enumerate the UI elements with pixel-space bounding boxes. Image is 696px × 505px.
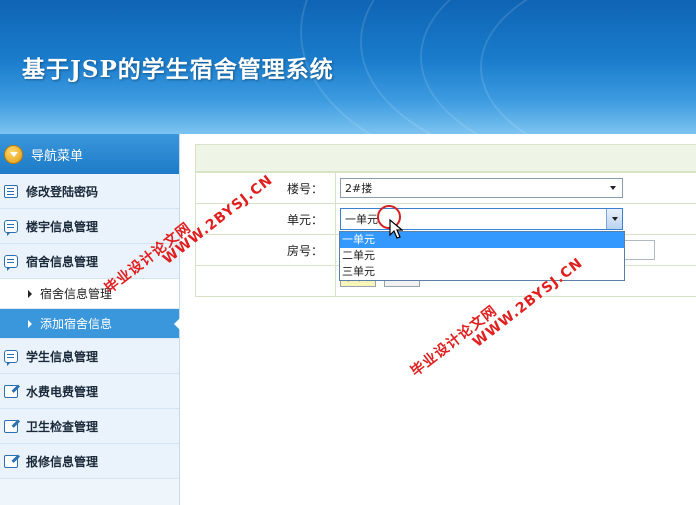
app-title: 基于JSP的学生宿舍管理系统 xyxy=(22,56,334,83)
dropdown-option[interactable]: 一单元 xyxy=(340,232,624,248)
nav-menu-header[interactable]: 导航菜单 xyxy=(0,134,179,174)
edit-icon xyxy=(4,454,18,468)
caret-right-icon xyxy=(28,319,32,328)
sidebar-item-student-manage[interactable]: 学生信息管理 xyxy=(0,339,179,374)
sidebar-item-building-manage[interactable]: 楼宇信息管理 xyxy=(0,209,179,244)
message-icon xyxy=(4,254,18,271)
nav-menu-title: 导航菜单 xyxy=(31,148,84,164)
sidebar-item-label: 修改登陆密码 xyxy=(26,184,99,199)
sidebar-item-utility-fee-manage[interactable]: 水费电费管理 xyxy=(0,374,179,409)
unit-select-value: 一单元 xyxy=(345,213,378,226)
list-icon xyxy=(4,184,18,198)
message-icon xyxy=(4,219,18,236)
buttons-spacer xyxy=(195,265,336,297)
edit-icon xyxy=(4,384,18,398)
sidebar-item-label: 宿舍信息管理 xyxy=(26,254,99,269)
mouse-pointer-icon xyxy=(389,219,403,239)
building-select-value: 2#搂 xyxy=(345,182,373,195)
room-label: 房号： xyxy=(195,234,336,266)
sidebar-item-label: 报修信息管理 xyxy=(26,454,99,469)
form-row-unit: 单元： 一单元 xyxy=(195,203,696,235)
edit-icon xyxy=(4,419,18,433)
sidebar-item-change-password[interactable]: 修改登陆密码 xyxy=(0,174,179,209)
sidebar-subitem-add-dorm-info[interactable]: 添加宿舍信息 xyxy=(0,309,180,339)
sidebar-subitem-label: 宿舍信息管理 xyxy=(40,287,113,301)
building-select[interactable]: 2#搂 xyxy=(340,178,623,198)
collapse-toggle-icon[interactable] xyxy=(4,144,23,164)
sidebar-item-hygiene-check-manage[interactable]: 卫生检查管理 xyxy=(0,409,179,444)
chevron-down-icon xyxy=(610,186,616,190)
sidebar-item-repair-manage[interactable]: 报修信息管理 xyxy=(0,444,179,479)
header-banner: 基于JSP的学生宿舍管理系统 xyxy=(0,0,696,134)
sidebar-item-label: 水费电费管理 xyxy=(26,384,99,399)
sidebar-item-label: 卫生检查管理 xyxy=(26,419,99,434)
dropdown-button[interactable] xyxy=(606,209,622,229)
sidebar-subitem-label: 添加宿舍信息 xyxy=(40,317,113,331)
chevron-down-icon xyxy=(611,217,618,221)
form-header-bar xyxy=(195,144,696,172)
caret-right-icon xyxy=(28,289,32,298)
sidebar-item-label: 学生信息管理 xyxy=(26,349,99,364)
sidebar: 导航菜单 修改登陆密码 楼宇信息管理 宿舍信息管理 宿舍信息管理 添加宿舍信息 … xyxy=(0,134,180,505)
sidebar-item-label: 楼宇信息管理 xyxy=(26,219,99,234)
sidebar-subitem-dorm-info-manage[interactable]: 宿舍信息管理 xyxy=(0,279,179,309)
unit-dropdown-list: 一单元 二单元 三单元 xyxy=(339,231,625,281)
message-icon xyxy=(4,349,18,366)
